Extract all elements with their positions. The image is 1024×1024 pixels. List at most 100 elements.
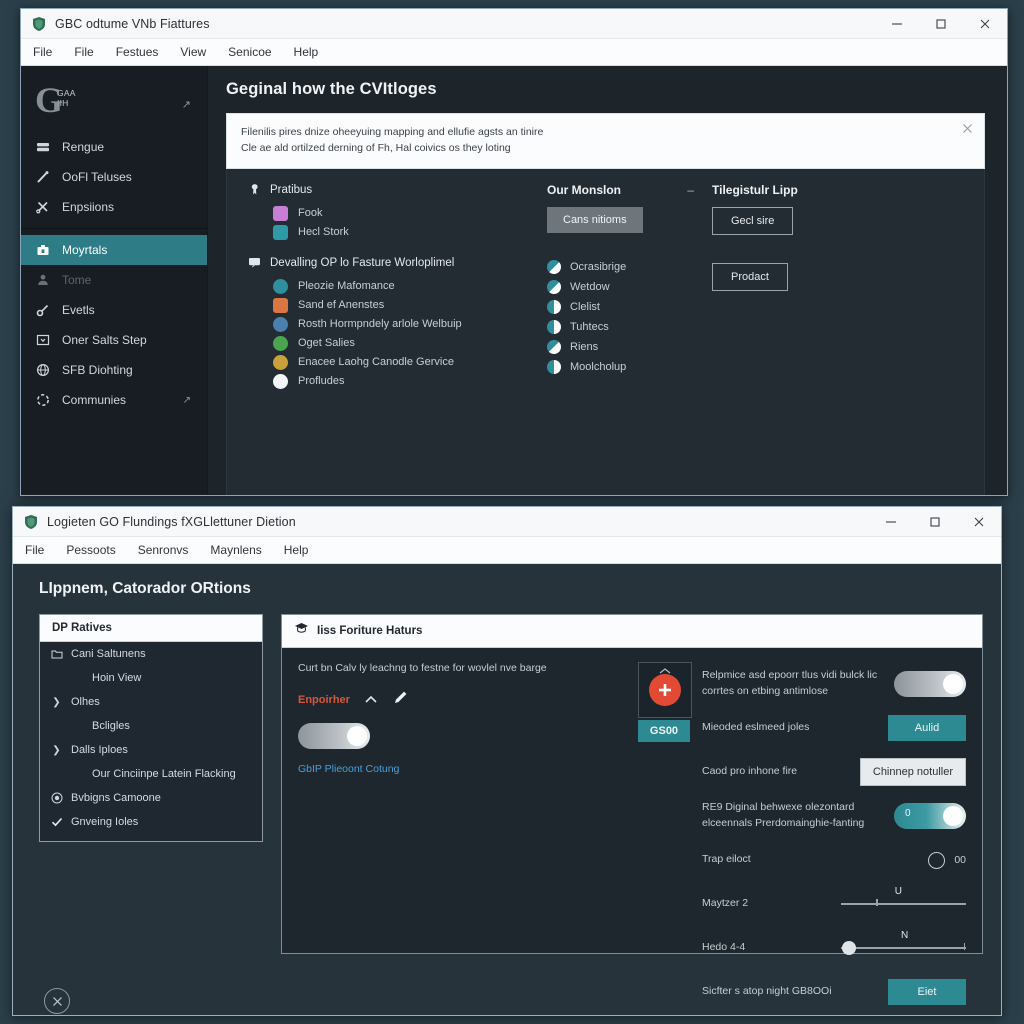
tree-item-bvbigns-camoone[interactable]: Bvbigns Camoone <box>40 786 262 810</box>
tree-item-olhes[interactable]: ❯ Olhes <box>40 690 262 714</box>
cans-nitioms-button[interactable]: Cans nitioms <box>547 206 643 233</box>
aulid-button[interactable]: Aulid <box>888 715 966 741</box>
sidebar-item-tome[interactable]: Tome <box>21 265 207 295</box>
setting-label: Hedo 4-4 <box>702 941 746 954</box>
external-link-icon[interactable]: ↗ <box>182 98 191 111</box>
tree-item-label: Olhes <box>71 696 100 708</box>
slider-knob[interactable] <box>842 941 857 955</box>
close-icon[interactable] <box>963 9 1007 38</box>
sidebar-item-label: OoFl Teluses <box>62 170 132 184</box>
tree-item-gnveing-ioles[interactable]: Gnveing Ioles <box>40 810 262 834</box>
menu-item-senronvs[interactable]: Senronvs <box>138 543 189 557</box>
device-selector[interactable]: GS00 <box>638 662 692 1014</box>
setting-toggle-replace[interactable] <box>894 671 966 697</box>
menu-item-file-2[interactable]: File <box>74 45 93 59</box>
caret-up-icon[interactable] <box>364 691 378 709</box>
chevron-right-icon[interactable]: ❯ <box>50 744 63 757</box>
radio-icon[interactable] <box>928 851 946 869</box>
spinner-icon <box>35 392 51 408</box>
half-circle-icon <box>547 299 561 314</box>
wand-icon <box>35 169 51 185</box>
collapse-icon[interactable]: – <box>687 183 694 197</box>
maximize-icon[interactable] <box>919 9 963 38</box>
list-item[interactable]: Sand ef Anenstes <box>247 296 547 315</box>
sidebar-item-oner-salts-step[interactable]: Oner Salts Step <box>21 325 207 355</box>
menu-item-file[interactable]: File <box>25 543 44 557</box>
sidebar-item-moyrtals[interactable]: Moyrtals <box>21 235 207 265</box>
list-item[interactable]: Moolcholup <box>547 357 712 377</box>
radio-on-icon[interactable] <box>50 792 63 805</box>
sidebar-item-sfb-diohting[interactable]: SFB Diohting <box>21 355 207 385</box>
minimize-icon[interactable] <box>875 9 919 38</box>
menu-item-help[interactable]: Help <box>284 543 309 557</box>
list-item[interactable]: Profludes <box>247 372 547 391</box>
features-column-left: Pratibus Fook Hecl Stork Devalling OP lo… <box>247 183 547 495</box>
sidebar-item-evetls[interactable]: Evetls <box>21 295 207 325</box>
list-item[interactable]: Wetdow <box>547 277 712 297</box>
chevron-right-icon[interactable]: ❯ <box>50 696 63 709</box>
list-item[interactable]: Fook <box>247 204 547 223</box>
list-item[interactable]: Tuhtecs <box>547 317 712 337</box>
menu-item-view[interactable]: View <box>180 45 206 59</box>
menu-item-pessoots[interactable]: Pessoots <box>66 543 115 557</box>
sidebar-item-label: Evetls <box>62 303 95 317</box>
list-item[interactable]: Ocrasibrige <box>547 257 712 277</box>
tree-item-cani-saltunens[interactable]: Cani Saltunens <box>40 642 262 666</box>
sidebar-item-ooflteluses[interactable]: OoFl Teluses <box>21 162 207 192</box>
menu-item-features[interactable]: Festues <box>116 45 159 59</box>
notice-banner: Filenilis pires dnize oheeyuing mapping … <box>226 113 985 169</box>
gecl-sire-button[interactable]: Gecl sire <box>712 206 794 235</box>
sidebar-item-enpsiions[interactable]: Enpsiions <box>21 192 207 222</box>
dot-icon <box>273 335 288 351</box>
window-bottom-titlebar[interactable]: Logieten GO Flundings fXGLlettuner Dieti… <box>13 507 1001 537</box>
device-icon-box[interactable] <box>638 662 692 718</box>
radio-value: 00 <box>954 854 966 866</box>
list-item[interactable]: Oget Salies <box>247 334 547 353</box>
window-top-titlebar[interactable]: GBC odtume VNb Fiattures <box>21 9 1007 39</box>
list-item-label: Riens <box>570 340 599 353</box>
list-item[interactable]: Pleozie Mafomance <box>247 277 547 296</box>
preset-settings-link[interactable]: GbIP Plieoont Cotung <box>298 763 399 775</box>
close-icon[interactable] <box>963 124 972 136</box>
pencil-icon[interactable] <box>392 688 410 711</box>
prodact-button[interactable]: Prodact <box>712 262 788 291</box>
list-item-label: Hecl Stork <box>298 226 349 239</box>
feature-toggle-main[interactable] <box>298 723 370 749</box>
close-circle-icon[interactable] <box>44 988 70 1014</box>
sidebar-item-label: Tome <box>62 273 92 287</box>
trap-radio-group[interactable]: 00 <box>928 851 966 869</box>
setting-row: Mieoded eslmeed joles Aulid <box>702 706 966 750</box>
slider-hedo[interactable]: N <box>841 930 966 957</box>
menu-item-file[interactable]: File <box>33 45 52 59</box>
column-heading: Tilegistulr Lipp <box>712 182 798 197</box>
dot-icon <box>273 278 288 294</box>
list-item-label: Tuhtecs <box>570 320 609 333</box>
sidebar-item-communies[interactable]: Communies ↗ <box>21 385 207 415</box>
list-item[interactable]: Clelist <box>547 297 712 317</box>
menu-item-maynlens[interactable]: Maynlens <box>210 543 261 557</box>
menu-item-services[interactable]: Senicoe <box>228 45 271 59</box>
minimize-icon[interactable] <box>869 507 913 536</box>
window-top-body: G GAA IIH ↗ Rengue OoFl Teluses Enpsiion… <box>21 66 1007 495</box>
menu-item-help[interactable]: Help <box>294 45 319 59</box>
list-item[interactable]: Rosth Hormpndely arlole Welbuip <box>247 315 547 334</box>
maximize-icon[interactable] <box>913 507 957 536</box>
tree-item-our-cincinpe[interactable]: Our Cinciinpe Latein Flacking <box>40 762 262 786</box>
toggle-knob <box>943 806 963 826</box>
close-icon[interactable] <box>957 507 1001 536</box>
external-link-icon[interactable]: ↗ <box>183 395 191 406</box>
setting-toggle-digital[interactable]: 0 <box>894 803 966 829</box>
tree-item-bcligles[interactable]: Bcligles <box>40 714 262 738</box>
tree-item-dalls-iploes[interactable]: ❯ Dalls Iploes <box>40 738 262 762</box>
list-item[interactable]: Riens <box>547 337 712 357</box>
list-item[interactable]: Hecl Stork <box>247 223 547 242</box>
list-item-label: Sand ef Anenstes <box>298 299 385 312</box>
eiet-button[interactable]: Eiet <box>888 979 966 1005</box>
slider-maytzer[interactable]: U <box>841 886 966 913</box>
sidebar-item-rengue[interactable]: Rengue <box>21 132 207 162</box>
feature-hint: Curt bn Calv ly leachng to festne for wo… <box>298 662 547 674</box>
list-item[interactable]: Enacee Laohg Canodle Gervice <box>247 353 547 372</box>
briefcase-icon <box>35 242 51 258</box>
chinnep-notuller-button[interactable]: Chinnep notuller <box>859 758 966 786</box>
tree-item-hoin-view[interactable]: Hoin View <box>40 666 262 690</box>
